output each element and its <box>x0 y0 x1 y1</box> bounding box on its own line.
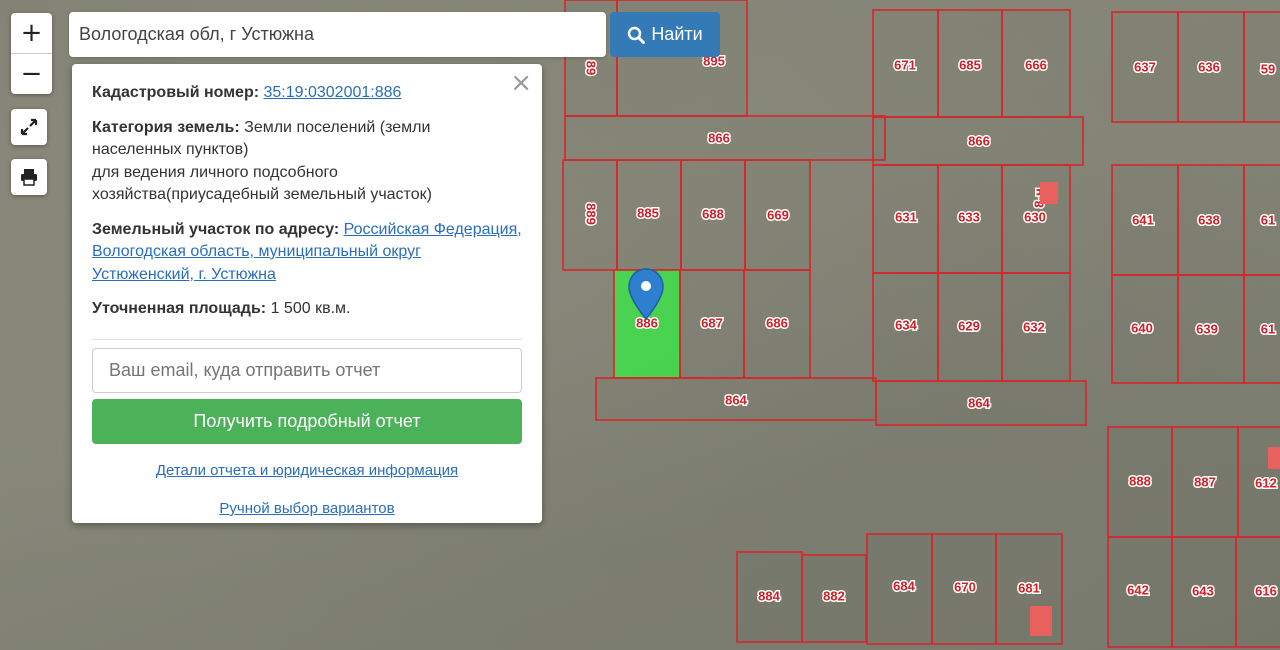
details-link-row: Детали отчета и юридическая информация <box>92 460 522 483</box>
report-details-link[interactable]: Детали отчета и юридическая информация <box>156 462 458 479</box>
plot-label: 633 <box>958 209 980 224</box>
search-button[interactable]: Найти <box>610 12 720 57</box>
fullscreen-button[interactable] <box>11 109 47 145</box>
plot-label: 866 <box>968 133 990 148</box>
get-report-button[interactable]: Получить подробный отчет <box>92 398 522 444</box>
cadastral-number-row: Кадастровый номер: 35:19:0302001:886 <box>92 82 522 105</box>
expand-icon <box>20 118 38 136</box>
plot-label: 61 <box>1261 212 1275 227</box>
email-field[interactable] <box>92 347 522 393</box>
plot-label: 640 <box>1131 320 1153 335</box>
address-label: Земельный участок по адресу: <box>92 220 340 238</box>
plot-label: 887 <box>1194 474 1216 489</box>
area-value: 1 500 кв.м. <box>270 300 351 317</box>
land-category-row: Категория земель: Земли поселений (земли… <box>92 117 522 207</box>
area-label: Уточненная площадь: <box>92 300 267 317</box>
plot-label: 882 <box>823 588 845 603</box>
plot-label: 681 <box>1018 580 1040 595</box>
search-button-label: Найти <box>651 24 703 44</box>
plot-label: 612 <box>1255 475 1277 490</box>
print-button[interactable] <box>11 159 47 195</box>
plot-label: 687 <box>701 315 723 330</box>
plot-label: 669 <box>767 207 789 222</box>
manual-link-row: Ручной выбор вариантов <box>92 498 522 521</box>
plot-label: 685 <box>959 57 981 72</box>
plot-label: 61 <box>1261 321 1275 336</box>
plot-label: 636 <box>1198 59 1220 74</box>
plot-label: 666 <box>1025 57 1047 72</box>
plot-label: 638 <box>1198 212 1220 227</box>
building-marker <box>1268 447 1280 469</box>
plot-label: 631 <box>895 209 917 224</box>
plot-label: 643 <box>1192 583 1214 598</box>
land-category-label: Категория земель: <box>92 118 240 136</box>
plot-label: 89 <box>584 61 599 75</box>
plot-label: 864 <box>725 392 747 407</box>
plot-label: 889 <box>584 203 599 225</box>
area-row: Уточненная площадь: 1 500 кв.м. <box>92 298 522 321</box>
close-icon[interactable]: × <box>510 70 532 96</box>
plot-label: 686 <box>766 315 788 330</box>
cadastral-number-link[interactable]: 35:19:0302001:886 <box>264 84 402 101</box>
plot-label: 884 <box>758 588 780 603</box>
plot-label: 637 <box>1134 59 1156 74</box>
land-usage-value: для ведения личного подсобного хозяйства… <box>92 163 432 204</box>
divider <box>92 338 522 340</box>
zoom-in-button[interactable]: + <box>11 13 52 53</box>
printer-icon <box>21 169 37 186</box>
plot-label: 671 <box>894 57 916 72</box>
location-pin-icon[interactable] <box>628 268 664 325</box>
plot-label: 684 <box>893 578 915 593</box>
plot-label: 639 <box>1196 321 1218 336</box>
plot-label: 630 <box>1024 209 1046 224</box>
manual-selection-link[interactable]: Ручной выбор вариантов <box>219 500 394 517</box>
plot-label: 616 <box>1255 583 1277 598</box>
building-marker <box>1040 182 1058 204</box>
plot-label: 670 <box>954 579 976 594</box>
plot-label: 885 <box>637 205 659 220</box>
plot-label: 632 <box>1023 319 1045 334</box>
plot-label: 688 <box>702 206 724 221</box>
zoom-out-button[interactable]: − <box>11 53 52 94</box>
parcel-info-popup: × Кадастровый номер: 35:19:0302001:886 К… <box>72 64 542 523</box>
search-icon <box>628 26 646 44</box>
plot-label: 634 <box>895 317 917 332</box>
plot-label: 888 <box>1129 473 1151 488</box>
search-input[interactable] <box>69 12 606 57</box>
building-marker <box>1030 606 1052 636</box>
plot-label: 59 <box>1261 61 1275 76</box>
cadastral-label: Кадастровый номер: <box>92 84 260 101</box>
plot-label: 629 <box>958 318 980 333</box>
plot-label: 642 <box>1127 582 1149 597</box>
plot-label: 864 <box>968 395 990 410</box>
plot-label: 866 <box>708 130 730 145</box>
zoom-control: + − <box>11 13 52 94</box>
address-row: Земельный участок по адресу: Российская … <box>92 219 522 287</box>
plot-label: 641 <box>1132 212 1154 227</box>
